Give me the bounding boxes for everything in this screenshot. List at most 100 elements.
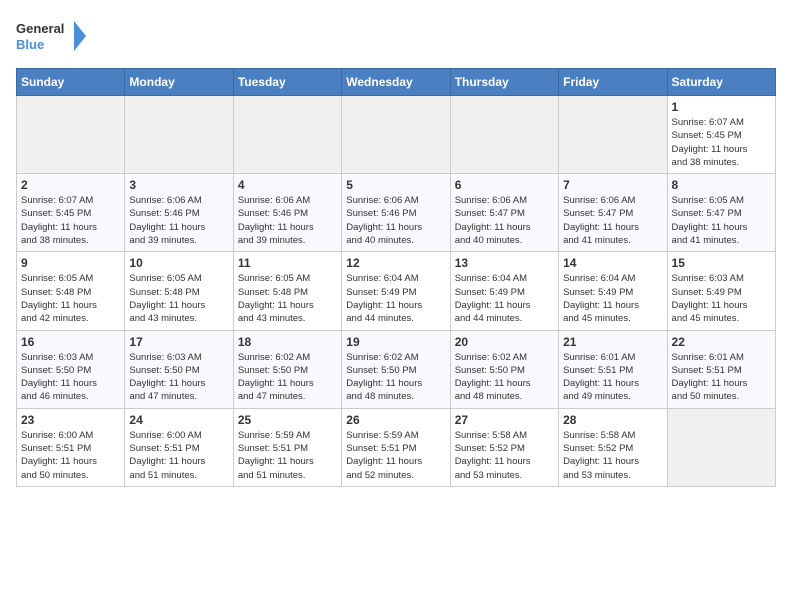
calendar-cell: 20 Sunrise: 6:02 AM Sunset: 5:50 PM Dayli… [450,330,558,408]
day-info: Sunrise: 5:58 AM Sunset: 5:52 PM Dayligh… [563,429,662,482]
calendar-cell: 23 Sunrise: 6:00 AM Sunset: 5:51 PM Dayli… [17,408,125,486]
weekday-header-monday: Monday [125,69,233,96]
calendar-cell: 17Sunrise: 6:03 AM Sunset: 5:50 PM Dayli… [125,330,233,408]
day-info: Sunrise: 6:06 AM Sunset: 5:46 PM Dayligh… [346,194,445,247]
day-info: Sunrise: 6:03 AM Sunset: 5:50 PM Dayligh… [21,351,120,404]
calendar-cell: 9 Sunrise: 6:05 AM Sunset: 5:48 PM Daylig… [17,252,125,330]
day-number: 23 [21,413,120,427]
day-number: 1 [672,100,771,114]
day-number: 15 [672,256,771,270]
calendar-cell: 11 Sunrise: 6:05 AM Sunset: 5:48 PM Dayli… [233,252,341,330]
calendar-cell: 15 Sunrise: 6:03 AM Sunset: 5:49 PM Dayli… [667,252,775,330]
day-info: Sunrise: 6:06 AM Sunset: 5:47 PM Dayligh… [563,194,662,247]
day-number: 20 [455,335,554,349]
day-number: 28 [563,413,662,427]
calendar-cell [17,96,125,174]
day-info: Sunrise: 5:59 AM Sunset: 5:51 PM Dayligh… [346,429,445,482]
calendar-cell: 3 Sunrise: 6:06 AM Sunset: 5:46 PM Daylig… [125,174,233,252]
calendar-cell [125,96,233,174]
calendar-week-1: 1 Sunrise: 6:07 AM Sunset: 5:45 PM Daylig… [17,96,776,174]
day-info: Sunrise: 6:05 AM Sunset: 5:48 PM Dayligh… [238,272,337,325]
day-info: Sunrise: 6:07 AM Sunset: 5:45 PM Dayligh… [21,194,120,247]
day-info: Sunrise: 6:02 AM Sunset: 5:50 PM Dayligh… [346,351,445,404]
calendar-week-4: 16 Sunrise: 6:03 AM Sunset: 5:50 PM Dayli… [17,330,776,408]
calendar-week-2: 2 Sunrise: 6:07 AM Sunset: 5:45 PM Daylig… [17,174,776,252]
calendar-cell: 10 Sunrise: 6:05 AM Sunset: 5:48 PM Dayli… [125,252,233,330]
day-info: Sunrise: 6:03 AM Sunset: 5:49 PM Dayligh… [672,272,771,325]
logo-icon: General Blue [16,16,86,56]
calendar-week-3: 9 Sunrise: 6:05 AM Sunset: 5:48 PM Daylig… [17,252,776,330]
calendar-cell [233,96,341,174]
calendar-cell: 5 Sunrise: 6:06 AM Sunset: 5:46 PM Daylig… [342,174,450,252]
svg-text:General: General [16,21,64,36]
day-info: Sunrise: 6:06 AM Sunset: 5:47 PM Dayligh… [455,194,554,247]
day-info: Sunrise: 5:59 AM Sunset: 5:51 PM Dayligh… [238,429,337,482]
day-number: 9 [21,256,120,270]
calendar-cell [667,408,775,486]
day-number: 8 [672,178,771,192]
day-number: 3 [129,178,228,192]
weekday-header-saturday: Saturday [667,69,775,96]
svg-text:Blue: Blue [16,37,44,52]
day-info: Sunrise: 6:07 AM Sunset: 5:45 PM Dayligh… [672,116,771,169]
day-info: Sunrise: 6:01 AM Sunset: 5:51 PM Dayligh… [563,351,662,404]
day-info: Sunrise: 6:00 AM Sunset: 5:51 PM Dayligh… [21,429,120,482]
calendar-cell [342,96,450,174]
day-number: 10 [129,256,228,270]
day-number: 13 [455,256,554,270]
day-number: 5 [346,178,445,192]
calendar-cell: 16 Sunrise: 6:03 AM Sunset: 5:50 PM Dayli… [17,330,125,408]
calendar-cell: 18 Sunrise: 6:02 AM Sunset: 5:50 PM Dayli… [233,330,341,408]
day-info: Sunrise: 6:05 AM Sunset: 5:48 PM Dayligh… [21,272,120,325]
weekday-header-thursday: Thursday [450,69,558,96]
day-info: Sunrise: 6:02 AM Sunset: 5:50 PM Dayligh… [455,351,554,404]
calendar-cell: 7 Sunrise: 6:06 AM Sunset: 5:47 PM Daylig… [559,174,667,252]
day-number: 27 [455,413,554,427]
day-number: 17 [129,335,228,349]
day-number: 12 [346,256,445,270]
calendar-cell: 4 Sunrise: 6:06 AM Sunset: 5:46 PM Daylig… [233,174,341,252]
day-info: Sunrise: 6:02 AM Sunset: 5:50 PM Dayligh… [238,351,337,404]
day-number: 22 [672,335,771,349]
day-number: 2 [21,178,120,192]
day-number: 6 [455,178,554,192]
day-number: 18 [238,335,337,349]
day-info: Sunrise: 6:04 AM Sunset: 5:49 PM Dayligh… [346,272,445,325]
calendar-cell: 27 Sunrise: 5:58 AM Sunset: 5:52 PM Dayli… [450,408,558,486]
day-number: 7 [563,178,662,192]
calendar-cell: 25 Sunrise: 5:59 AM Sunset: 5:51 PM Dayli… [233,408,341,486]
day-info: Sunrise: 6:05 AM Sunset: 5:47 PM Dayligh… [672,194,771,247]
day-info: Sunrise: 6:04 AM Sunset: 5:49 PM Dayligh… [563,272,662,325]
calendar-cell: 2 Sunrise: 6:07 AM Sunset: 5:45 PM Daylig… [17,174,125,252]
day-number: 14 [563,256,662,270]
weekday-header-sunday: Sunday [17,69,125,96]
calendar-cell: 24 Sunrise: 6:00 AM Sunset: 5:51 PM Dayli… [125,408,233,486]
calendar-cell [450,96,558,174]
calendar-header-row: SundayMondayTuesdayWednesdayThursdayFrid… [17,69,776,96]
calendar-cell: 1 Sunrise: 6:07 AM Sunset: 5:45 PM Daylig… [667,96,775,174]
day-info: Sunrise: 6:01 AM Sunset: 5:51 PM Dayligh… [672,351,771,404]
logo: General Blue [16,16,86,56]
day-number: 24 [129,413,228,427]
calendar-cell: 28 Sunrise: 5:58 AM Sunset: 5:52 PM Dayli… [559,408,667,486]
day-number: 11 [238,256,337,270]
weekday-header-friday: Friday [559,69,667,96]
day-info: Sunrise: 6:00 AM Sunset: 5:51 PM Dayligh… [129,429,228,482]
day-info: Sunrise: 6:06 AM Sunset: 5:46 PM Dayligh… [238,194,337,247]
day-number: 4 [238,178,337,192]
day-number: 16 [21,335,120,349]
day-info: Sunrise: 5:58 AM Sunset: 5:52 PM Dayligh… [455,429,554,482]
calendar-cell: 12 Sunrise: 6:04 AM Sunset: 5:49 PM Dayli… [342,252,450,330]
day-info: Sunrise: 6:06 AM Sunset: 5:46 PM Dayligh… [129,194,228,247]
calendar-cell: 19Sunrise: 6:02 AM Sunset: 5:50 PM Dayli… [342,330,450,408]
day-number: 25 [238,413,337,427]
day-info: Sunrise: 6:04 AM Sunset: 5:49 PM Dayligh… [455,272,554,325]
calendar-cell: 26 Sunrise: 5:59 AM Sunset: 5:51 PM Dayli… [342,408,450,486]
day-info: Sunrise: 6:05 AM Sunset: 5:48 PM Dayligh… [129,272,228,325]
calendar-cell: 14 Sunrise: 6:04 AM Sunset: 5:49 PM Dayli… [559,252,667,330]
calendar-cell: 13 Sunrise: 6:04 AM Sunset: 5:49 PM Dayli… [450,252,558,330]
calendar-cell [559,96,667,174]
calendar-cell: 21 Sunrise: 6:01 AM Sunset: 5:51 PM Dayli… [559,330,667,408]
day-number: 26 [346,413,445,427]
day-number: 21 [563,335,662,349]
